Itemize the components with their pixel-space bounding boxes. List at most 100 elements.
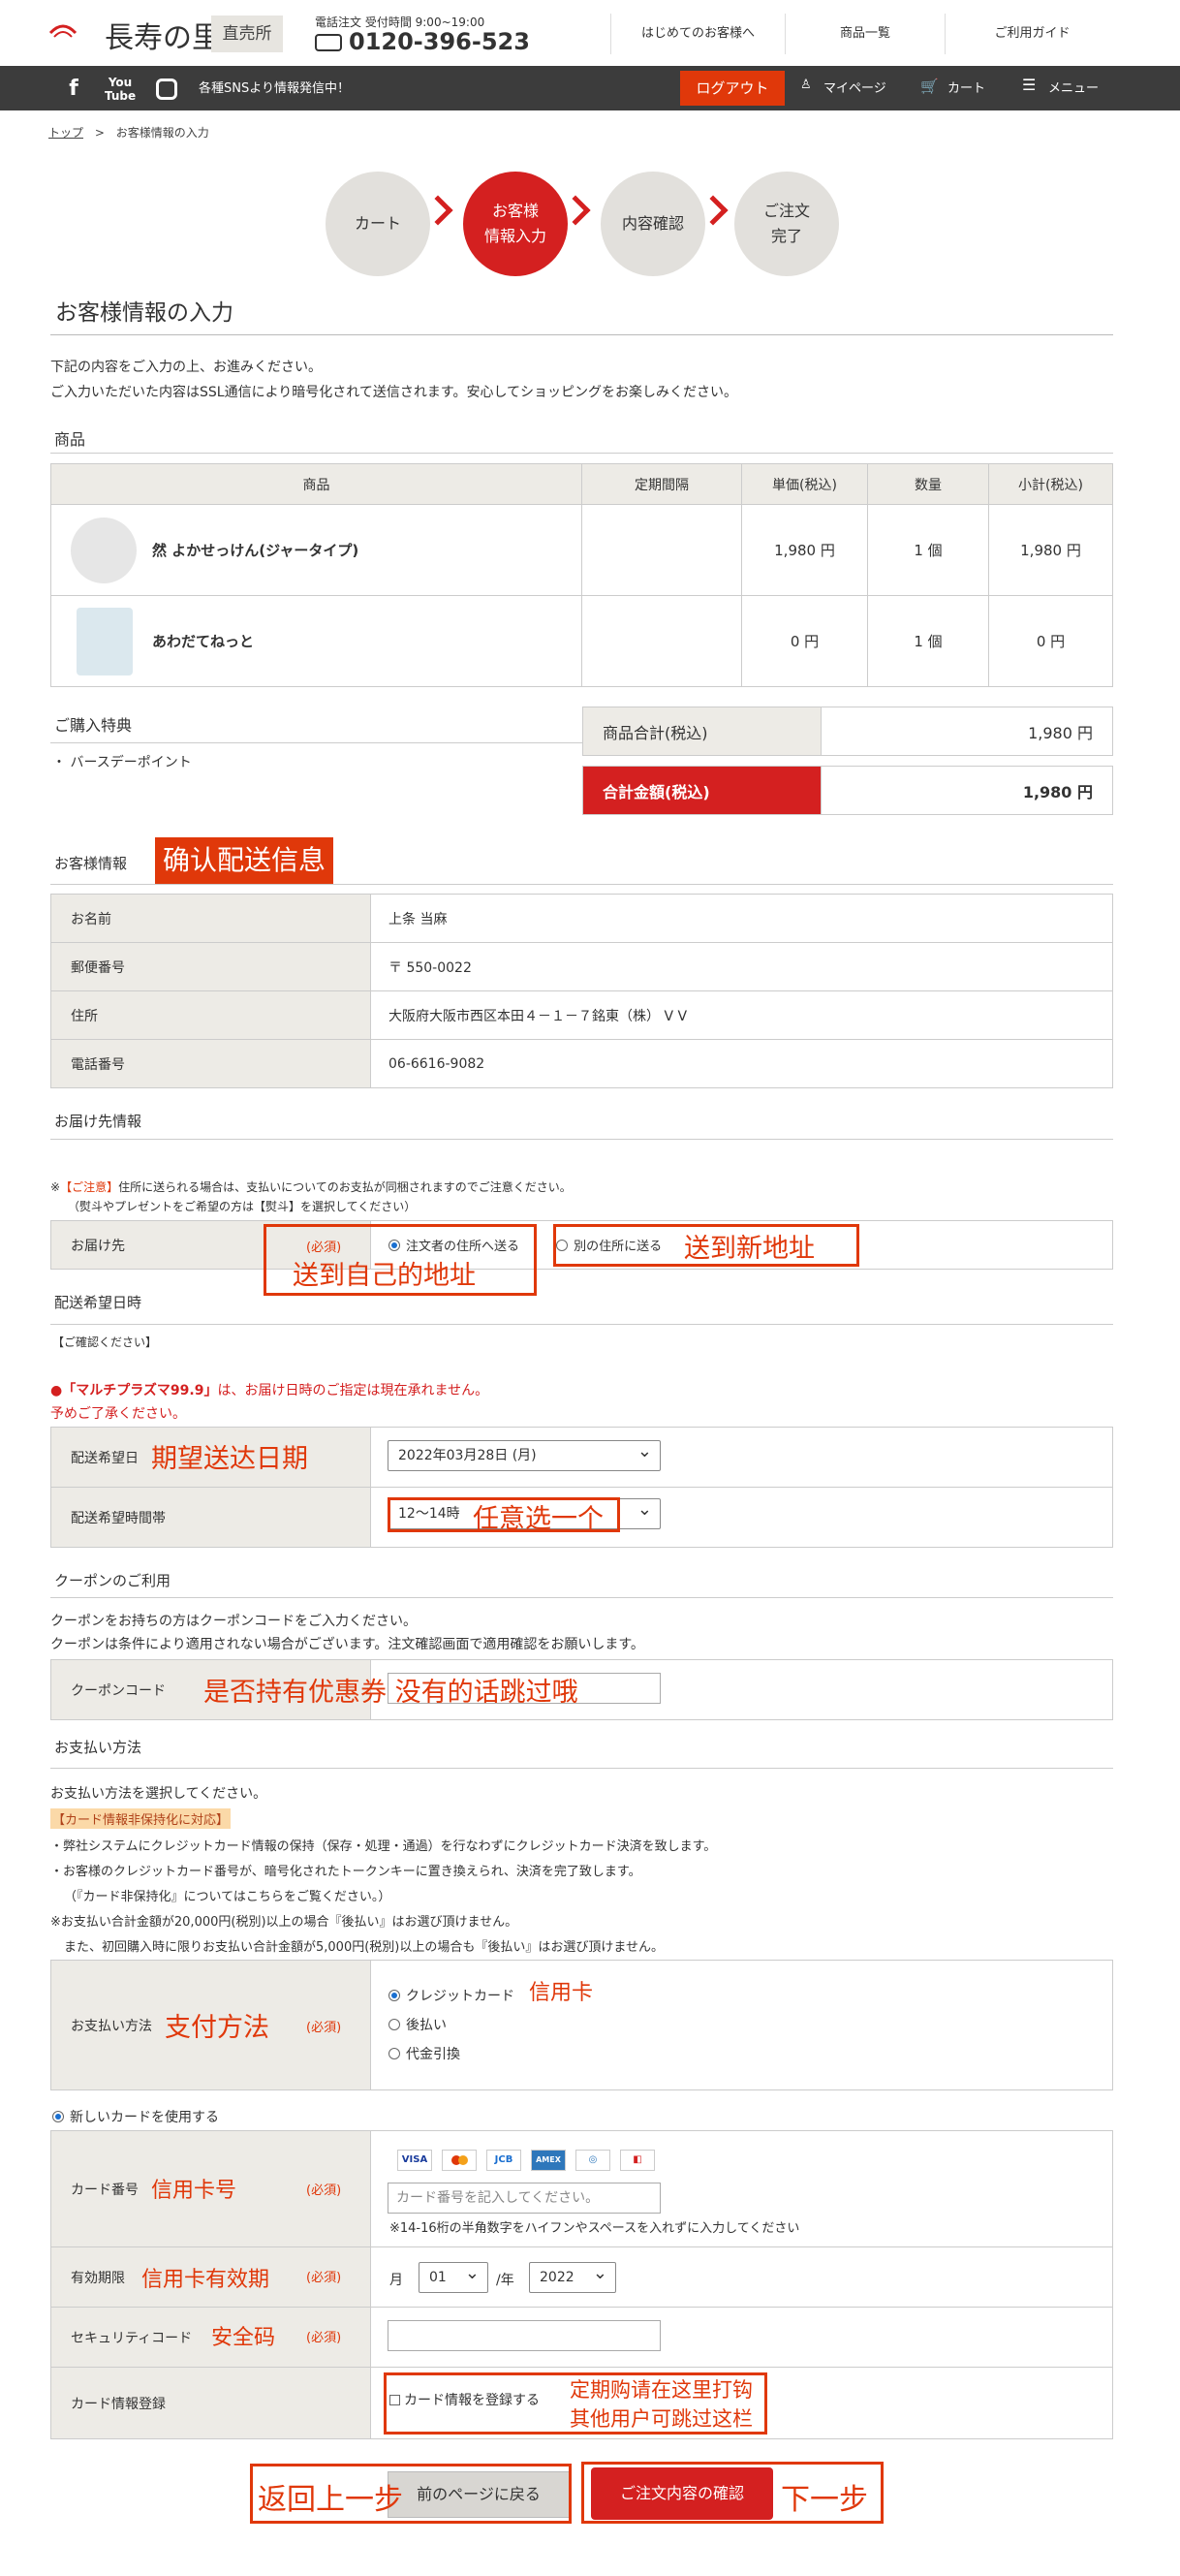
cart-link[interactable]: カート xyxy=(947,78,985,96)
annotation-security-code: 安全码 xyxy=(211,2326,276,2350)
mypage-link[interactable]: マイページ xyxy=(823,78,886,96)
logo-icon xyxy=(48,24,78,38)
annotation-coupon: 是否持有优惠券 没有的话跳过哦 xyxy=(203,1678,578,1708)
delivery-date-select[interactable]: 2022年03月28日 (月) xyxy=(388,1437,661,1471)
nav-guide[interactable]: ご利用ガイド xyxy=(945,14,1119,54)
step-confirm-label: 内容確認 xyxy=(621,214,684,233)
step-4-line2: 完了 xyxy=(770,227,802,245)
annotation-back: 返回上一步 xyxy=(258,2483,403,2517)
page-title: お客様情報の入力 xyxy=(55,300,233,326)
product-name[interactable]: 然 よかせっけん(ジャータイプ) xyxy=(152,542,358,559)
breadcrumb-home[interactable]: トップ xyxy=(48,126,83,140)
annotation-credit-card: 信用卡 xyxy=(529,1981,594,2005)
table-row: 電話番号 06-6616-9082 xyxy=(50,1039,1113,1088)
card-number-label: カード番号 xyxy=(71,2182,139,2198)
notice-body: 住所に送られる場合は、支払いについてのお支払が同梱されますのでご注意ください。 xyxy=(118,1180,572,1194)
menu-link[interactable]: メニュー xyxy=(1048,78,1099,96)
annotation-card-expiry: 信用卡有效期 xyxy=(141,2268,270,2292)
sns-text: 各種SNSより情報発信中！ xyxy=(199,81,350,96)
diners-icon: ◎ xyxy=(575,2150,610,2171)
subtotal-label: 商品合計(税込) xyxy=(582,707,822,756)
payment-note-5: また、初回購入時に限りお支払い合計金額が5,000円(税別)以上の場合も『後払い… xyxy=(64,1940,664,1955)
col-price: 単価(税込) xyxy=(741,463,868,505)
total-label: 合計金額(税込) xyxy=(582,766,822,815)
nav-products[interactable]: 商品一覧 xyxy=(785,14,945,54)
name-value: 上条 当麻 xyxy=(370,894,1113,943)
product-table: 商品 定期間隔 単価(税込) 数量 小計(税込) 然 よかせっけん(ジャータイプ… xyxy=(50,463,1113,687)
cart-icon: 🛒 xyxy=(920,78,939,95)
table-row: 住所 大阪府大阪市西区本田４－１－７銘東（株） V V xyxy=(50,990,1113,1040)
schedule-warning: ●「マルチプラズマ99.9」は、お届け日時のご指定は現在承れません。 xyxy=(50,1380,488,1399)
product-price: 0 円 xyxy=(741,595,868,687)
schedule-section-title: 配送希望日時 xyxy=(54,1294,142,1311)
zip-label: 郵便番号 xyxy=(50,942,371,991)
product-name[interactable]: あわだてねっと xyxy=(152,633,254,650)
radio-credit-card[interactable]: クレジットカード xyxy=(388,1982,1112,2011)
step-customer-info: お客様 情報入力 xyxy=(463,172,568,276)
required-badge: (必須) xyxy=(306,2331,342,2345)
col-subtotal: 小計(税込) xyxy=(988,463,1113,505)
zip-value: 〒 550-0022 xyxy=(370,942,1113,991)
phone-value: 06-6616-9082 xyxy=(370,1039,1113,1088)
year-sep: /年 xyxy=(496,2273,514,2288)
radio-cod[interactable]: 代金引換 xyxy=(388,2040,1112,2069)
annotation-card-number: 信用卡号 xyxy=(151,2179,237,2203)
customer-table: お名前 上条 当麻 郵便番号〒 550-0022 住所 大阪府大阪市西区本田４－１－… xyxy=(50,894,1113,1088)
expiry-month-select[interactable]: 01 xyxy=(419,2259,488,2293)
step-2-line1: お客様 xyxy=(491,202,539,220)
annotation-periodic-a: 定期购请在这里打钩 xyxy=(570,2378,753,2402)
menu-icon: ☰ xyxy=(1022,76,1037,94)
step-complete: ご注文 完了 xyxy=(734,172,839,276)
divider xyxy=(50,884,1113,885)
summary-row: 商品合計(税込) 1,980 円 xyxy=(582,707,1113,756)
facebook-icon[interactable]: f xyxy=(58,74,89,105)
amex-icon: AMEX xyxy=(531,2150,566,2171)
expiry-year-select[interactable]: 2022 xyxy=(529,2259,616,2293)
radio-deferred[interactable]: 後払い xyxy=(388,2011,1112,2040)
table-row: お名前 上条 当麻 xyxy=(50,894,1113,943)
product-table-header: 商品 定期間隔 単価(税込) 数量 小計(税込) xyxy=(50,463,1113,505)
product-name-cell: あわだてねっと xyxy=(50,595,582,687)
coupon-desc-1: クーポンをお持ちの方はクーポンコードをご入力ください。 xyxy=(50,1614,417,1629)
product-subtotal: 0 円 xyxy=(988,595,1113,687)
deferred-label: 後払い xyxy=(406,2017,447,2033)
instagram-icon[interactable] xyxy=(151,74,182,105)
step-2-line2: 情報入力 xyxy=(483,227,546,245)
product-subtotal: 1,980 円 xyxy=(988,504,1113,596)
required-badge: (必須) xyxy=(306,2183,342,2198)
time-label: 配送希望時間帯 xyxy=(50,1487,371,1548)
radio-new-card[interactable]: 新しいカードを使用する xyxy=(52,2107,219,2126)
cod-label: 代金引換 xyxy=(406,2046,460,2062)
warning-text: は、お届け日時のご指定は現在承れません。 xyxy=(217,1383,489,1398)
step-4-line1: ご注文 xyxy=(762,202,810,220)
address-label: 住所 xyxy=(50,990,371,1040)
address-value: 大阪府大阪市西区本田４－１－７銘東（株） V V xyxy=(370,990,1113,1040)
step-confirm: 内容確認 xyxy=(601,172,705,276)
delivery-label: お届け先 xyxy=(71,1238,125,1254)
non-retention-badge: 【カード情報非保持化に対応】 xyxy=(50,1808,232,1829)
product-image xyxy=(77,608,133,675)
logo-text[interactable]: 長寿の里 xyxy=(105,14,221,56)
name-label: お名前 xyxy=(50,894,371,943)
delivery-notice: ※【ご注意】住所に送られる場合は、支払いについてのお支払が同梱されますのでご注意… xyxy=(50,1178,572,1195)
annotation-pick-any: 任意选一个 xyxy=(473,1504,604,1534)
logout-button[interactable]: ログアウト xyxy=(680,71,785,106)
schedule-warning-2: 予めご了承ください。 xyxy=(50,1406,186,1422)
annotation-pay-method: 支付方法 xyxy=(165,2013,269,2043)
youtube-icon[interactable]: You Tube xyxy=(105,74,136,105)
col-qty: 数量 xyxy=(867,463,989,505)
security-code-input[interactable] xyxy=(388,2320,661,2351)
product-price: 1,980 円 xyxy=(741,504,868,596)
warning-product: ●「マルチプラズマ99.9」 xyxy=(50,1383,218,1398)
products-section-title: 商品 xyxy=(54,430,86,449)
card-number-input[interactable]: カード番号を記入してください。 xyxy=(388,2183,661,2214)
payment-note-1: ・弊社システムにクレジットカード情報の保持（保存・処理・通過）を行なわずにクレジ… xyxy=(50,1839,717,1854)
payment-note-3[interactable]: （『カード非保持化』についてはこちらをご覧ください。） xyxy=(64,1886,390,1904)
credit-card-label: クレジットカード xyxy=(406,1988,514,2004)
total-table: 合計金額(税込) 1,980 円 xyxy=(582,766,1113,815)
nav-first-time[interactable]: はじめてのお客様へ xyxy=(610,14,785,54)
required-badge: (必須) xyxy=(306,2271,342,2285)
payment-label: お支払い方法 xyxy=(71,2018,152,2034)
tel-number[interactable]: 0120-396-523 xyxy=(349,28,530,55)
intro-line-2: ご入力いただいた内容はSSL通信により暗号化されて送信されます。安心してショッピ… xyxy=(50,385,738,400)
